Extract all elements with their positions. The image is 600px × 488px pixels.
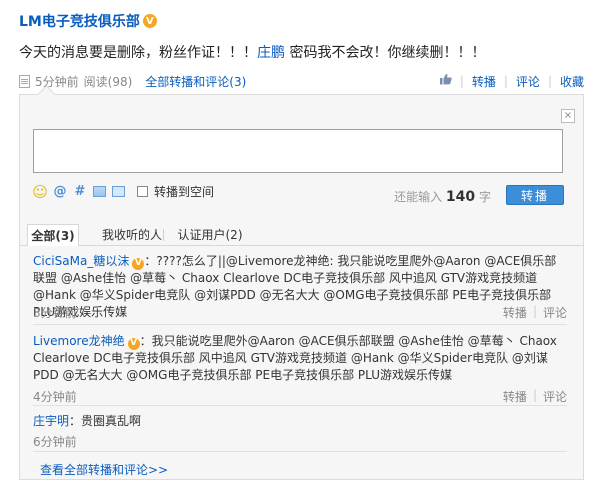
comment-body: Livemore龙神绝 V ：我只能说吃里爬外@Aaron @ACE俱乐部联盟 @A… [33,334,557,382]
post-meta: 5分钟前 阅读(98) 全部转播和评论(3) | 转播 | 评论 | 收藏 [19,72,584,90]
comment-time: 6分钟前 [33,435,77,449]
document-icon [19,74,30,88]
at-mention-icon[interactable]: @ [53,184,67,199]
view-all-link[interactable]: 查看全部转播和评论>> [40,461,168,478]
comment-tabs: 全部(3) 我收听的人 认证用户(2) [20,221,583,246]
comment-reply-button[interactable]: 评论 [543,304,567,321]
comment-button[interactable]: 评论 [516,73,540,90]
meta-separator: | [547,74,552,88]
comment-divider [33,451,567,452]
meta-separator: | [459,74,464,88]
comment-reply-button[interactable]: 评论 [543,388,567,405]
comment-repost-button[interactable]: 转播 [503,304,527,321]
share-to-space-checkbox[interactable] [137,186,148,197]
submit-repost-button[interactable]: 转播 [506,185,564,205]
comment-actions: 转播 | 评论 [502,304,567,321]
comment-actions: 转播 | 评论 [502,388,567,405]
tab-separator [163,229,164,241]
comment-repost-button[interactable]: 转播 [503,388,527,405]
post-text: 今天的消息要是删除，粉丝作证！！！庄鹏 密码我不会改！你继续删！！！ [19,45,486,61]
tab-all[interactable]: 全部(3) [27,224,79,246]
compose-box[interactable] [33,129,563,173]
comment-author[interactable]: 庄宇明 [33,414,69,428]
favorite-button[interactable]: 收藏 [560,73,584,90]
hashtag-icon[interactable]: # [73,184,87,199]
char-count-number: 140 [445,189,476,205]
comment-body: CiciSaMa_糖以沫 V ：????怎么了||@Livemore龙神绝: 我只能… [33,254,557,319]
post-author-name[interactable]: LM电子竞技俱乐部 [19,11,140,31]
post-read-count: 阅读(98) [83,74,133,89]
comment-item: CiciSaMa_糖以沫 V ：????怎么了||@Livemore龙神绝: 我只能… [33,253,567,321]
share-to-space-label[interactable]: 转播到空间 [154,183,214,200]
comment-author[interactable]: Livemore龙神绝 [33,334,125,348]
comment-item: Livemore龙神绝 V ：我只能说吃里爬外@Aaron @ACE俱乐部联盟 @A… [33,333,567,404]
repost-button[interactable]: 转播 [472,73,496,90]
video-icon[interactable] [112,186,125,197]
comment-divider [33,324,567,325]
all-reposts-link[interactable]: 全部转播和评论(3) [145,73,246,90]
comment-item: 庄宇明：贵圈真乱啊 6分钟前 [33,413,567,449]
compose-toolbar: ☺ @ # 转播到空间 [32,183,214,201]
verified-badge-icon: V [127,337,140,350]
comment-text: 贵圈真乱啊 [81,414,142,428]
comment-divider [33,405,567,406]
char-count: 还能输入 140 字 [394,189,491,205]
comment-time: 4分钟前 [33,390,77,404]
comment-body: 庄宇明：贵圈真乱啊 [33,414,142,428]
post-mention-link[interactable]: 庄鹏 [257,45,285,61]
compose-input[interactable] [34,130,562,172]
tab-verified[interactable]: 认证用户(2) [168,224,252,245]
repost-panel: × ☺ @ # 转播到空间 还能输入 140 字 转播 全部(3) 我收听的人 … [19,85,584,480]
comment-author[interactable]: CiciSaMa_糖以沫 [33,254,129,268]
close-icon[interactable]: × [561,109,575,123]
thumbs-up-icon[interactable] [439,73,452,89]
meta-separator: | [503,74,508,88]
post-author[interactable]: LM电子竞技俱乐部 V [19,11,157,31]
emoji-icon[interactable]: ☺ [32,183,48,201]
comment-time: 3分钟前 [33,306,77,320]
verified-badge-icon: V [132,257,145,270]
post-time: 5分钟前 [35,74,79,89]
image-icon[interactable] [93,186,106,197]
verified-badge-icon: V [142,14,157,28]
